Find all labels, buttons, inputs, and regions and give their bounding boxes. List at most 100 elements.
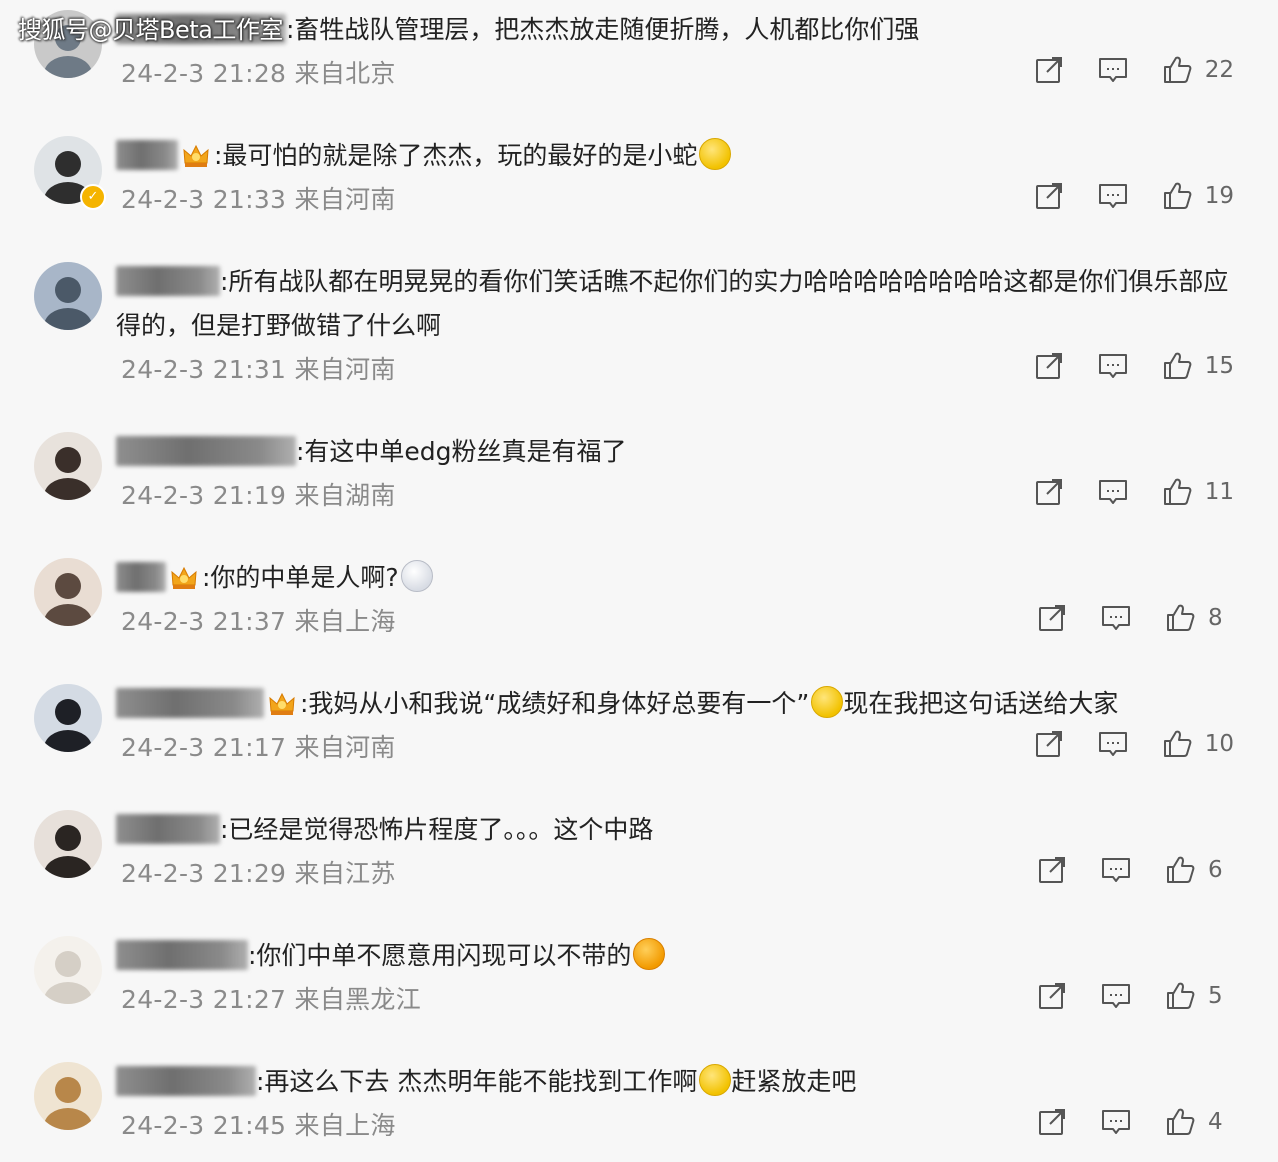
fan-crown-icon [268, 687, 296, 715]
avatar[interactable] [34, 1062, 102, 1130]
comment-actions: 5 [1036, 978, 1234, 1014]
timestamp: 24-2-3 21:31 [121, 355, 287, 384]
comment-text: :已经是觉得恐怖片程度了。。。这个中路 [220, 815, 654, 844]
location: 来自河南 [294, 185, 396, 214]
meta-spacer [286, 607, 294, 636]
share-icon[interactable] [1036, 980, 1068, 1012]
timestamp: 24-2-3 21:28 [121, 59, 287, 88]
comment-icon[interactable] [1097, 54, 1129, 86]
share-icon[interactable] [1036, 1106, 1068, 1138]
comment-text: :再这么下去 杰杰明年能不能找到工作啊 [256, 1067, 698, 1096]
share-icon[interactable] [1033, 728, 1065, 760]
comment-text: :最可怕的就是除了杰杰，玩的最好的是小蛇 [214, 141, 698, 170]
username-blurred[interactable] [116, 1066, 256, 1096]
like-icon[interactable] [1164, 1106, 1196, 1138]
username-blurred[interactable] [116, 814, 220, 844]
comment-meta: 24-2-3 21:28 来自北京 [121, 54, 396, 90]
comment-text-line: :我妈从小和我说“成绩好和身体好总要有一个” 现在我把这句话送给大家 [116, 682, 1238, 726]
comment-text-line: :你们中单不愿意用闪现可以不带的 [116, 934, 1238, 978]
comment-actions: 4 [1036, 1104, 1234, 1140]
fan-crown-icon [170, 561, 198, 589]
username-blurred[interactable] [116, 562, 166, 592]
comment-icon[interactable] [1100, 854, 1132, 886]
meta-spacer [286, 59, 294, 88]
comment-meta: 24-2-3 21:45 来自上海 [121, 1106, 396, 1142]
location: 来自上海 [294, 1111, 396, 1140]
comment-meta: 24-2-3 21:17 来自河南 [121, 728, 396, 764]
timestamp: 24-2-3 21:19 [121, 481, 287, 510]
share-icon[interactable] [1036, 854, 1068, 886]
like-count: 5 [1208, 983, 1223, 1009]
comment-text: :你的中单是人啊? [202, 563, 399, 592]
comment-icon[interactable] [1097, 180, 1129, 212]
meta-spacer [286, 859, 294, 888]
like-count: 4 [1208, 1109, 1223, 1135]
username-blurred[interactable] [116, 140, 178, 170]
verified-badge-icon: ✓ [80, 184, 106, 210]
like-icon[interactable] [1164, 854, 1196, 886]
comment-icon[interactable] [1100, 602, 1132, 634]
avatar[interactable] [34, 432, 102, 500]
like-icon[interactable] [1161, 728, 1193, 760]
comment-meta: 24-2-3 21:19 来自湖南 [121, 476, 396, 512]
comment-icon[interactable] [1097, 476, 1129, 508]
comment-icon[interactable] [1097, 728, 1129, 760]
avatar[interactable] [34, 262, 102, 330]
username-blurred[interactable] [116, 266, 220, 296]
share-icon[interactable] [1033, 180, 1065, 212]
comment-actions: 15 [1033, 348, 1234, 384]
like-icon[interactable] [1161, 350, 1193, 382]
comment-icon[interactable] [1097, 350, 1129, 382]
like-icon[interactable] [1164, 602, 1196, 634]
emoji-cry-icon [811, 686, 844, 718]
comment-meta: 24-2-3 21:31 来自河南 [121, 350, 396, 386]
share-icon[interactable] [1036, 602, 1068, 634]
comment-actions: 6 [1036, 852, 1234, 888]
avatar[interactable] [34, 684, 102, 752]
share-icon[interactable] [1033, 54, 1065, 86]
location: 来自江苏 [294, 859, 396, 888]
like-count: 6 [1208, 857, 1223, 883]
avatar[interactable] [34, 558, 102, 626]
username-blurred[interactable] [116, 688, 264, 718]
like-count: 19 [1204, 183, 1234, 209]
like-icon[interactable] [1161, 180, 1193, 212]
like-count: 8 [1208, 605, 1223, 631]
comment-text-line: :你的中单是人啊? [116, 556, 1238, 600]
fan-crown-icon [182, 139, 210, 167]
location: 来自河南 [294, 355, 396, 384]
location: 来自上海 [294, 607, 396, 636]
emoji-smile-icon [699, 138, 732, 170]
comment-meta: 24-2-3 21:33 来自河南 [121, 180, 396, 216]
comment-meta: 24-2-3 21:29 来自江苏 [121, 854, 396, 890]
comment-text-line: :所有战队都在明晃晃的看你们笑话瞧不起你们的实力哈哈哈哈哈哈哈哈这都是你们俱乐部… [116, 260, 1238, 348]
location: 来自河南 [294, 733, 396, 762]
comment-icon[interactable] [1100, 1106, 1132, 1138]
comment-text-tail: 现在我把这句话送给大家 [843, 689, 1119, 718]
meta-spacer [286, 185, 294, 214]
like-count: 22 [1204, 57, 1234, 83]
avatar[interactable] [34, 936, 102, 1004]
username-blurred[interactable] [116, 436, 296, 466]
avatar[interactable] [34, 810, 102, 878]
comment-text-line: :最可怕的就是除了杰杰，玩的最好的是小蛇 [116, 134, 1238, 178]
timestamp: 24-2-3 21:17 [121, 733, 287, 762]
like-count: 11 [1204, 479, 1234, 505]
meta-spacer [286, 1111, 294, 1140]
emoji-cry-icon [699, 1064, 732, 1096]
comment-text: :我妈从小和我说“成绩好和身体好总要有一个” [300, 689, 810, 718]
location: 来自黑龙江 [294, 985, 422, 1014]
username-blurred[interactable] [116, 940, 248, 970]
like-icon[interactable] [1161, 54, 1193, 86]
like-icon[interactable] [1164, 980, 1196, 1012]
comment-actions: 19 [1033, 178, 1234, 214]
comment-icon[interactable] [1100, 980, 1132, 1012]
comment-text-line: :再这么下去 杰杰明年能不能找到工作啊 赶紧放走吧 [116, 1060, 1238, 1104]
comment-text: :畜牲战队管理层，把杰杰放走随便折腾，人机都比你们强 [286, 15, 920, 44]
location: 来自北京 [294, 59, 396, 88]
timestamp: 24-2-3 21:29 [121, 859, 287, 888]
share-icon[interactable] [1033, 476, 1065, 508]
like-icon[interactable] [1161, 476, 1193, 508]
share-icon[interactable] [1033, 350, 1065, 382]
meta-spacer [286, 733, 294, 762]
